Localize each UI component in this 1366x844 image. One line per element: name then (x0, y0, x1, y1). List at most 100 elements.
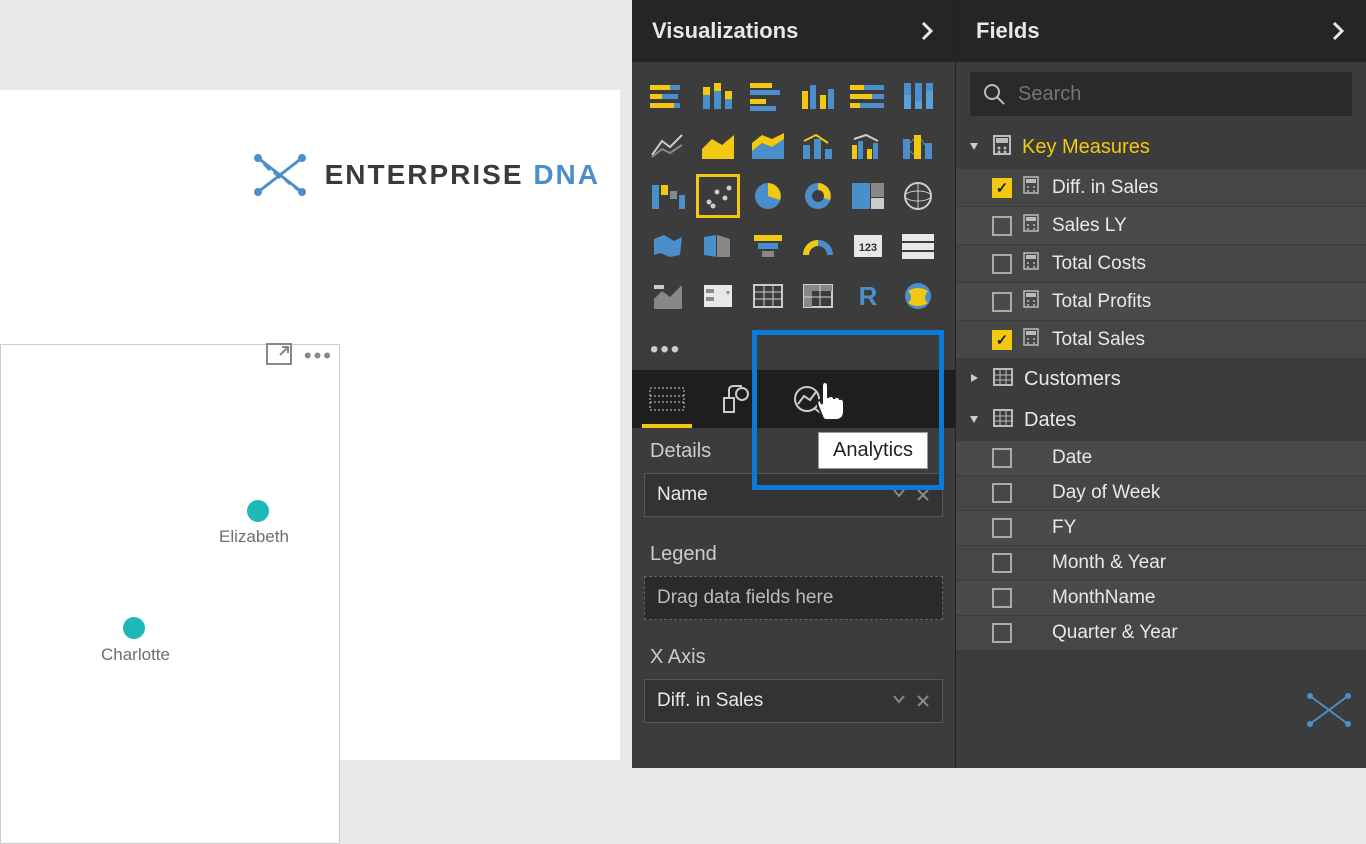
viz-kpi-icon[interactable] (646, 274, 690, 318)
field-row[interactable]: Diff. in Sales (956, 169, 1366, 207)
viz-slicer-icon[interactable] (696, 274, 740, 318)
field-checkbox[interactable] (992, 518, 1012, 538)
viz-arcgis-icon[interactable] (896, 274, 940, 318)
field-name: Total Sales (1052, 329, 1145, 351)
expand-triangle-icon (968, 371, 982, 389)
brand-text: ENTERPRISE DNA (325, 159, 600, 191)
viz-r-icon[interactable]: R (846, 274, 890, 318)
viz-stacked-column-icon[interactable] (696, 74, 740, 118)
viz-shape-map-icon[interactable] (696, 224, 740, 268)
visualizations-panel-header[interactable]: Visualizations (632, 0, 955, 62)
field-checkbox[interactable] (992, 483, 1012, 503)
table-header-dates[interactable]: Dates (956, 400, 1366, 441)
field-row[interactable]: Total Sales (956, 321, 1366, 359)
field-row[interactable]: Total Profits (956, 283, 1366, 321)
fields-tab[interactable] (632, 370, 702, 428)
field-name: Total Profits (1052, 291, 1151, 313)
expand-triangle-icon (968, 139, 982, 157)
measure-icon (1022, 175, 1042, 200)
details-well[interactable]: Name (644, 473, 943, 517)
field-checkbox[interactable] (992, 330, 1012, 350)
search-input[interactable] (1018, 83, 1340, 106)
analytics-tooltip: Analytics (818, 432, 928, 469)
table-name: Key Measures (1022, 136, 1150, 159)
viz-donut-icon[interactable] (796, 174, 840, 218)
field-checkbox[interactable] (992, 216, 1012, 236)
measure-icon (1022, 251, 1042, 276)
field-name: FY (1052, 517, 1076, 539)
field-checkbox[interactable] (992, 553, 1012, 573)
viz-stacked-bar-icon[interactable] (646, 74, 690, 118)
viz-clustered-column-icon[interactable] (796, 74, 840, 118)
field-row[interactable]: Date (956, 441, 1366, 476)
chevron-down-icon[interactable] (892, 694, 906, 704)
viz-100-stacked-column-icon[interactable] (896, 74, 940, 118)
chevron-down-icon[interactable] (892, 488, 906, 498)
remove-field-icon[interactable] (916, 694, 930, 708)
field-name: Day of Week (1052, 482, 1160, 504)
viz-table-icon[interactable] (746, 274, 790, 318)
field-row[interactable]: MonthName (956, 581, 1366, 616)
field-row[interactable]: Month & Year (956, 546, 1366, 581)
format-tabs (632, 370, 955, 428)
field-checkbox[interactable] (992, 178, 1012, 198)
field-checkbox[interactable] (992, 292, 1012, 312)
viz-clustered-bar-icon[interactable] (746, 74, 790, 118)
viz-scatter-icon[interactable] (696, 174, 740, 218)
field-row[interactable]: Total Costs (956, 245, 1366, 283)
viz-waterfall-icon[interactable] (646, 174, 690, 218)
viz-more-icon[interactable]: ••• (632, 330, 955, 370)
viz-line-clustered-column-icon[interactable] (846, 124, 890, 168)
field-row[interactable]: Day of Week (956, 476, 1366, 511)
more-options-icon[interactable]: ••• (304, 343, 333, 370)
measure-icon (1022, 213, 1042, 238)
focus-mode-icon[interactable] (266, 343, 292, 370)
legend-well[interactable]: Drag data fields here (644, 576, 943, 620)
data-label: Elizabeth (219, 527, 289, 547)
viz-filled-map-icon[interactable] (646, 224, 690, 268)
legend-well-placeholder: Drag data fields here (657, 587, 833, 609)
table-header-key-measures[interactable]: Key Measures (956, 126, 1366, 169)
table-header-customers[interactable]: Customers (956, 359, 1366, 400)
field-row[interactable]: Sales LY (956, 207, 1366, 245)
viz-line-icon[interactable] (646, 124, 690, 168)
viz-map-icon[interactable] (896, 174, 940, 218)
visualization-gallery: 123 R (632, 62, 955, 330)
field-checkbox[interactable] (992, 448, 1012, 468)
data-point[interactable] (123, 617, 145, 639)
viz-100-stacked-bar-icon[interactable] (846, 74, 890, 118)
viz-pie-icon[interactable] (746, 174, 790, 218)
report-page[interactable]: ENTERPRISE DNA ••• Elizabeth Charlotte (0, 90, 620, 760)
viz-area-icon[interactable] (696, 124, 740, 168)
viz-ribbon-icon[interactable] (896, 124, 940, 168)
viz-card-icon[interactable]: 123 (846, 224, 890, 268)
field-row[interactable]: Quarter & Year (956, 616, 1366, 651)
svg-text:123: 123 (859, 242, 877, 254)
chevron-right-icon[interactable] (919, 19, 935, 43)
viz-stacked-area-icon[interactable] (746, 124, 790, 168)
viz-funnel-icon[interactable] (746, 224, 790, 268)
fields-panel-header[interactable]: Fields (956, 0, 1366, 62)
field-checkbox[interactable] (992, 588, 1012, 608)
field-row[interactable]: FY (956, 511, 1366, 546)
viz-line-stacked-column-icon[interactable] (796, 124, 840, 168)
report-canvas-area: ENTERPRISE DNA ••• Elizabeth Charlotte (0, 0, 632, 768)
scatter-visual[interactable]: ••• Elizabeth Charlotte (0, 344, 340, 844)
table-name: Dates (1024, 409, 1076, 432)
fields-search[interactable] (970, 72, 1352, 116)
xaxis-well[interactable]: Diff. in Sales (644, 679, 943, 723)
viz-gauge-icon[interactable] (796, 224, 840, 268)
remove-field-icon[interactable] (916, 488, 930, 502)
table-icon (992, 367, 1014, 392)
format-tab[interactable] (702, 370, 772, 428)
field-name: Total Costs (1052, 253, 1146, 275)
panel-title: Fields (976, 18, 1040, 44)
viz-multi-card-icon[interactable] (896, 224, 940, 268)
viz-treemap-icon[interactable] (846, 174, 890, 218)
format-tab-icon (718, 384, 756, 414)
viz-matrix-icon[interactable] (796, 274, 840, 318)
field-checkbox[interactable] (992, 254, 1012, 274)
field-checkbox[interactable] (992, 623, 1012, 643)
data-point[interactable] (247, 500, 269, 522)
chevron-right-icon[interactable] (1330, 19, 1346, 43)
